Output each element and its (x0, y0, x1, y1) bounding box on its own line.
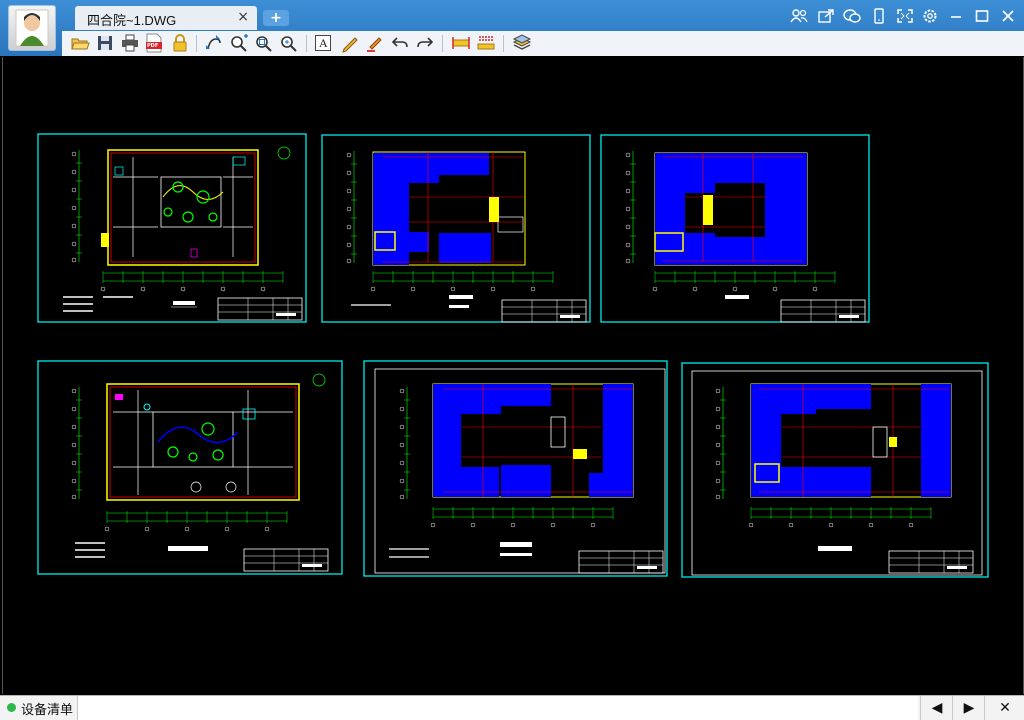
text-tool-label: A (319, 36, 328, 50)
lock-icon[interactable] (170, 33, 190, 53)
status-indicator-icon (7, 703, 16, 712)
prev-button[interactable]: ◀ (920, 696, 953, 720)
text-icon[interactable]: A (315, 35, 331, 51)
cad-sheet (37, 360, 343, 575)
minimize-icon[interactable] (947, 8, 965, 24)
equipment-list-tab[interactable]: 设备清单 (21, 699, 73, 718)
measure-area-icon[interactable] (476, 33, 496, 53)
zoom-window-icon[interactable] (254, 33, 274, 53)
undo-icon[interactable] (390, 33, 410, 53)
pdf-badge-text: PDF (147, 43, 159, 49)
cad-sheet (363, 360, 668, 577)
drawing-canvas[interactable] (2, 57, 1024, 694)
avatar-icon (15, 9, 49, 47)
highlighter-icon[interactable] (365, 33, 385, 53)
fullscreen-icon[interactable] (896, 8, 914, 24)
new-tab-button[interactable]: + (263, 10, 289, 26)
save-icon[interactable] (95, 33, 115, 53)
status-message-area (77, 696, 918, 720)
measure-icon[interactable] (451, 33, 471, 53)
cad-drawing (37, 133, 989, 578)
next-button[interactable]: ▶ (952, 696, 985, 720)
status-bar: 设备清单 ◀ ▶ ✕ (0, 695, 1024, 720)
pdf-export-icon[interactable]: PDF (145, 33, 163, 53)
settings-icon[interactable] (921, 8, 939, 24)
wechat-icon[interactable] (843, 8, 861, 24)
toolbar-separator (442, 35, 443, 52)
tab-close-icon[interactable]: × (237, 9, 249, 25)
maximize-icon[interactable] (973, 8, 991, 24)
main-toolbar: PDF A (62, 31, 1024, 56)
share-icon[interactable] (817, 8, 835, 24)
multi-user-icon[interactable] (790, 8, 808, 24)
toolbar-separator (306, 35, 307, 52)
close-icon[interactable] (999, 8, 1017, 24)
document-tab[interactable]: 四合院~1.DWG × (75, 6, 257, 30)
pencil-icon[interactable] (340, 33, 360, 53)
pan-icon[interactable] (204, 33, 224, 53)
zoom-in-icon[interactable] (229, 33, 249, 53)
user-avatar[interactable] (8, 5, 56, 51)
zoom-extents-icon[interactable] (279, 33, 299, 53)
cad-sheet (37, 133, 307, 323)
redo-icon[interactable] (415, 33, 435, 53)
cad-sheet (681, 362, 989, 578)
mobile-icon[interactable] (870, 8, 888, 24)
panel-close-button[interactable]: ✕ (984, 696, 1024, 720)
toolbar-separator (196, 35, 197, 52)
open-folder-icon[interactable] (70, 33, 90, 53)
cad-sheet (321, 134, 591, 323)
cad-sheet (600, 134, 870, 323)
print-icon[interactable] (120, 33, 140, 53)
document-tab-title: 四合院~1.DWG (87, 13, 177, 28)
layers-icon[interactable] (512, 33, 532, 53)
toolbar-separator (503, 35, 504, 52)
